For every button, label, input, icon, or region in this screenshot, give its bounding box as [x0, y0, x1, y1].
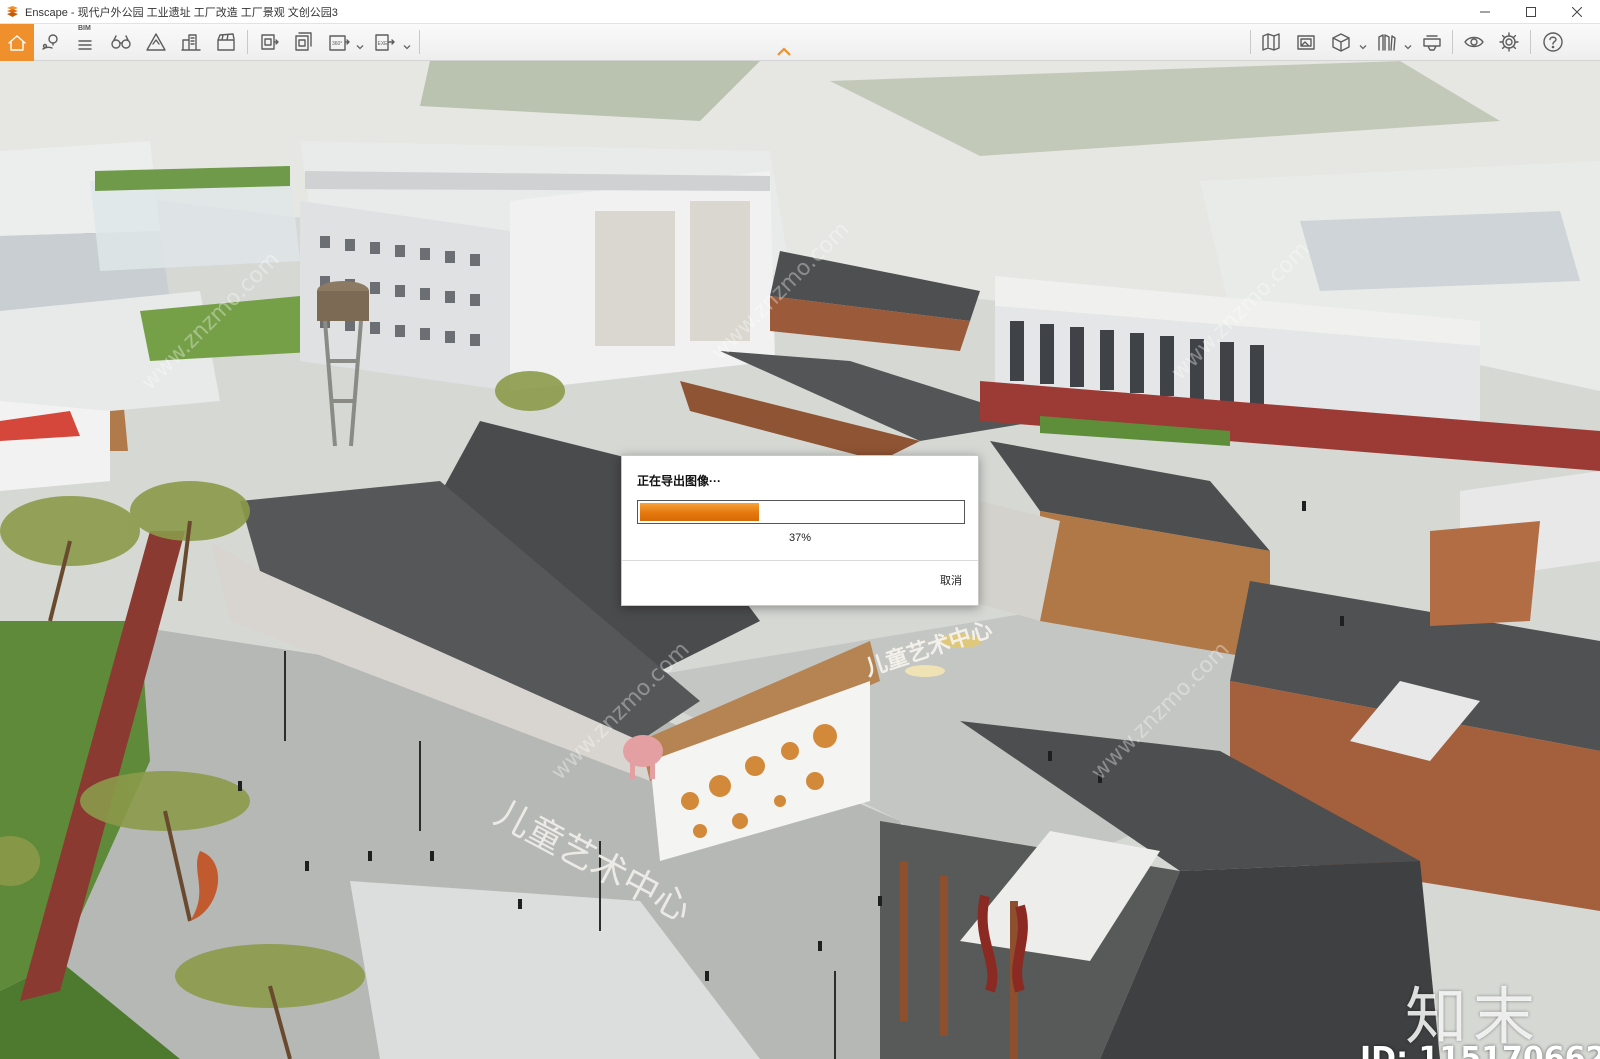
asset-library-icon — [1378, 34, 1396, 51]
bim-list-icon — [78, 40, 92, 50]
views-3d-button[interactable] — [1326, 27, 1356, 57]
export-exe-icon: EXE — [375, 34, 395, 51]
vr-button[interactable] — [1417, 27, 1447, 57]
window-controls — [1462, 0, 1600, 24]
batch-render-button[interactable] — [289, 27, 319, 57]
progress-percent: 37% — [788, 532, 812, 544]
asset-dropdown[interactable] — [1404, 38, 1412, 50]
vr-headset-icon — [1423, 35, 1441, 51]
home-button[interactable] — [0, 24, 34, 61]
toolbar-separator — [419, 30, 420, 54]
export-dropdown[interactable] — [403, 38, 411, 50]
help-icon — [1543, 32, 1563, 52]
clapperboard-icon — [217, 33, 235, 51]
window-title: Enscape - 现代户外公园 工业遗址 工厂改造 工厂景观 文创公园3 — [25, 6, 338, 19]
landscape-triangle-icon — [146, 33, 166, 51]
close-button[interactable] — [1554, 0, 1600, 24]
cancel-button[interactable]: 取消 — [940, 572, 962, 588]
map-icon — [1262, 33, 1280, 51]
bim-info-button[interactable] — [70, 27, 100, 57]
maximize-button[interactable] — [1508, 0, 1554, 24]
export-exe-button[interactable]: EXE — [369, 27, 399, 57]
chevron-up-icon — [777, 47, 791, 56]
buildings-button[interactable] — [176, 27, 206, 57]
toolbar-separator — [1452, 30, 1453, 54]
panorama-360-icon: 360° — [329, 35, 350, 51]
video-editor-button[interactable] — [211, 27, 241, 57]
panorama-button[interactable]: 360° — [324, 27, 354, 57]
svg-text:360°: 360° — [332, 41, 342, 47]
export-progress-bar — [637, 500, 965, 524]
watermark-id: ID: 1151706629 — [1360, 1041, 1600, 1059]
buildings-icon — [181, 34, 201, 51]
svg-text:EXE: EXE — [378, 41, 389, 47]
minimize-icon — [1480, 11, 1490, 13]
toolbar-separator — [1530, 30, 1531, 54]
cube-view-icon — [1332, 33, 1350, 52]
walk-mode-button[interactable] — [106, 27, 136, 57]
settings-gear-icon — [1499, 32, 1519, 52]
image-gallery-icon — [1297, 35, 1315, 50]
visual-settings-eye-icon — [1464, 36, 1484, 48]
asset-library-button[interactable] — [1372, 27, 1402, 57]
chevron-down-icon — [356, 45, 364, 50]
collapse-toolbar-button[interactable] — [776, 44, 792, 56]
dialog-title: 正在导出图像··· — [637, 474, 721, 488]
gallery-button[interactable] — [1291, 27, 1321, 57]
screenshot-button[interactable] — [254, 27, 284, 57]
location-pin-icon — [42, 34, 58, 50]
dialog-divider — [622, 560, 978, 561]
toolbar-separator — [1250, 30, 1251, 54]
batch-export-icon — [295, 32, 312, 51]
home-icon — [8, 34, 26, 51]
enscape-logo-icon — [7, 6, 18, 17]
chevron-down-icon — [403, 45, 411, 50]
chevron-down-icon — [1404, 45, 1412, 50]
chevron-down-icon — [1359, 45, 1367, 50]
main-toolbar: BIM 360° EXE — [0, 24, 1600, 61]
atmosphere-button[interactable] — [141, 27, 171, 57]
minimize-button[interactable] — [1462, 0, 1508, 24]
export-progress-dialog: 正在导出图像··· 37% 取消 — [621, 455, 979, 606]
toolbar-separator — [247, 30, 248, 54]
title-bar: Enscape - 现代户外公园 工业遗址 工厂改造 工厂景观 文创公园3 — [0, 0, 1600, 24]
views-button[interactable] — [36, 27, 66, 57]
close-icon — [1572, 7, 1582, 17]
maximize-icon — [1526, 7, 1536, 17]
binoculars-icon — [111, 35, 131, 49]
map-button[interactable] — [1256, 27, 1286, 57]
progress-fill — [640, 503, 760, 521]
visual-settings-button[interactable] — [1459, 27, 1489, 57]
settings-button[interactable] — [1494, 27, 1524, 57]
screenshot-export-icon — [261, 34, 279, 50]
help-button[interactable] — [1538, 27, 1568, 57]
views-dropdown[interactable] — [1359, 38, 1367, 50]
panorama-dropdown[interactable] — [356, 38, 364, 50]
